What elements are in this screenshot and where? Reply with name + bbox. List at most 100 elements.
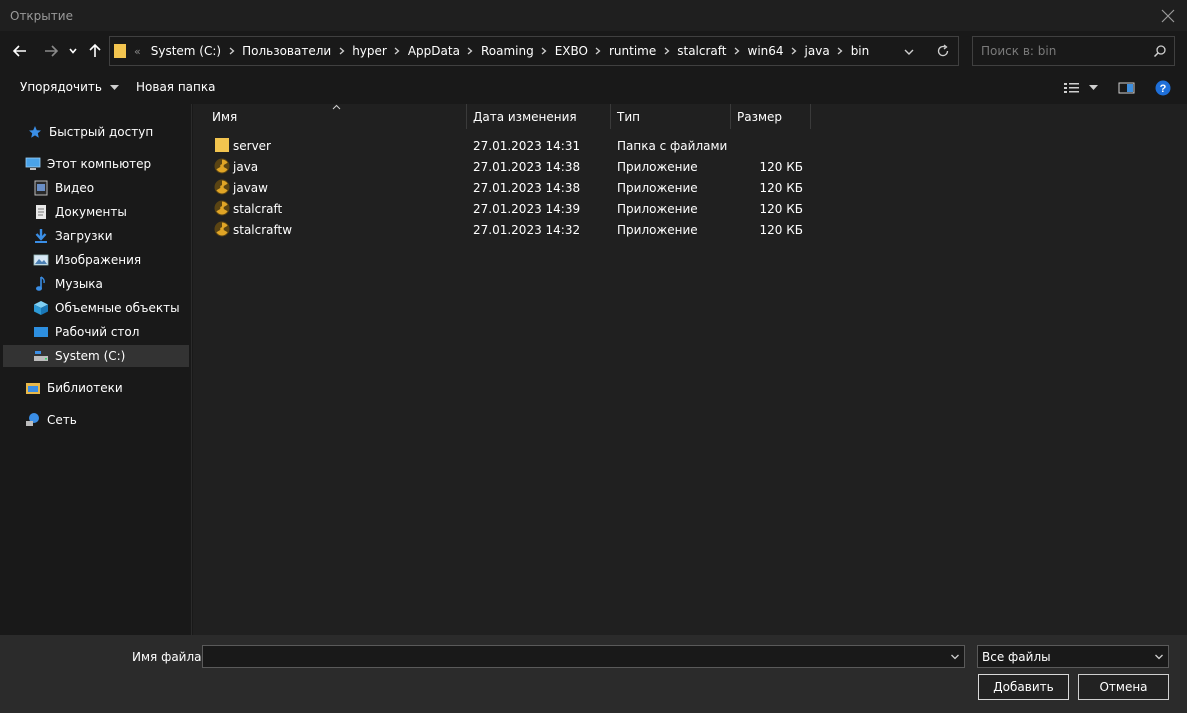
file-name: java — [233, 160, 259, 174]
nav-network[interactable]: Сеть — [25, 409, 77, 431]
column-header-date[interactable]: Дата изменения — [467, 104, 611, 129]
breadcrumb-item-appdata[interactable]: AppData — [402, 44, 466, 58]
folder-icon — [215, 138, 229, 152]
nav-quick-access[interactable]: Быстрый доступ — [27, 121, 153, 143]
chevron-right-icon[interactable] — [790, 47, 799, 56]
radiation-app-icon — [214, 200, 230, 216]
radiation-app-icon — [214, 221, 230, 237]
address-bar[interactable]: « System (C:) Пользователи hyper AppData… — [109, 36, 959, 66]
file-date: 27.01.2023 14:38 — [473, 181, 581, 195]
nav-this-pc[interactable]: Этот компьютер — [25, 153, 151, 175]
arrow-left-icon — [12, 45, 26, 57]
svg-text:?: ? — [1160, 83, 1167, 95]
file-type: Папка с файлами — [617, 139, 728, 153]
download-icon — [33, 228, 49, 244]
breadcrumb-item-stalcraft[interactable]: stalcraft — [671, 44, 732, 58]
view-options-button[interactable] — [1063, 81, 1099, 95]
chevron-right-icon[interactable] — [393, 47, 402, 56]
chevron-right-icon[interactable] — [836, 47, 845, 56]
help-button[interactable]: ? — [1155, 80, 1171, 96]
nav-label: Сеть — [47, 413, 77, 427]
breadcrumb-item-runtime[interactable]: runtime — [603, 44, 662, 58]
filename-input[interactable] — [207, 649, 937, 664]
chevron-right-icon[interactable] — [227, 47, 236, 56]
column-header-name[interactable]: Имя — [206, 104, 467, 129]
chevron-right-icon[interactable] — [662, 47, 671, 56]
file-name: javaw — [233, 181, 268, 195]
address-history-dropdown[interactable] — [903, 46, 917, 58]
search-icon[interactable] — [1153, 44, 1167, 58]
arrow-up-icon — [89, 43, 101, 57]
file-date: 27.01.2023 14:32 — [473, 223, 581, 237]
nav-system-c[interactable]: System (C:) — [3, 345, 189, 367]
file-type-filter-select[interactable]: Все файлы — [977, 645, 1169, 668]
file-type: Приложение — [617, 160, 698, 174]
file-type: Приложение — [617, 181, 698, 195]
file-name: server — [233, 139, 271, 153]
libraries-icon — [25, 380, 41, 396]
nav-downloads[interactable]: Загрузки — [33, 225, 113, 247]
chevron-right-icon[interactable] — [337, 47, 346, 56]
command-bar: Упорядочить Новая папка ? — [0, 71, 1187, 104]
file-size: 120 КБ — [759, 181, 803, 195]
desktop-icon — [33, 324, 49, 340]
file-row-server[interactable]: server 27.01.2023 14:31 Папка с файлами — [208, 135, 808, 156]
filename-combobox[interactable] — [202, 645, 965, 668]
document-icon — [33, 204, 49, 220]
file-row-stalcraft[interactable]: stalcraft 27.01.2023 14:39 Приложение 12… — [208, 198, 808, 219]
chevron-down-icon[interactable] — [950, 652, 960, 662]
refresh-button[interactable] — [935, 43, 951, 59]
breadcrumb-item-bin[interactable]: bin — [845, 44, 876, 58]
music-note-icon — [33, 276, 49, 292]
breadcrumb-item-hyper[interactable]: hyper — [346, 44, 393, 58]
pictures-icon — [33, 252, 49, 268]
computer-icon — [25, 156, 41, 172]
breadcrumb-item-win64[interactable]: win64 — [742, 44, 790, 58]
preview-pane-button[interactable] — [1118, 80, 1136, 96]
organize-button[interactable]: Упорядочить — [20, 80, 119, 94]
forward-button[interactable] — [41, 40, 61, 62]
nav-music[interactable]: Музыка — [33, 273, 103, 295]
column-header-type[interactable]: Тип — [611, 104, 731, 129]
chevron-down-icon — [1155, 654, 1163, 660]
file-row-java[interactable]: java 27.01.2023 14:38 Приложение 120 КБ — [208, 156, 808, 177]
file-type-filter-value: Все файлы — [982, 650, 1051, 664]
preview-pane-icon — [1118, 82, 1135, 94]
file-row-javaw[interactable]: javaw 27.01.2023 14:38 Приложение 120 КБ — [208, 177, 808, 198]
chevron-right-icon[interactable] — [466, 47, 475, 56]
add-button[interactable]: Добавить — [978, 674, 1069, 700]
column-header-size[interactable]: Размер — [731, 104, 811, 129]
breadcrumb-item-system-c[interactable]: System (C:) — [145, 44, 227, 58]
cancel-button[interactable]: Отмена — [1078, 674, 1169, 700]
nav-desktop[interactable]: Рабочий стол — [33, 321, 139, 343]
new-folder-button[interactable]: Новая папка — [136, 80, 215, 94]
radiation-app-icon — [214, 158, 230, 174]
chevron-right-icon[interactable] — [540, 47, 549, 56]
navigation-pane: Быстрый доступ Этот компьютер Видео Доку… — [0, 104, 192, 635]
search-input[interactable] — [981, 43, 1141, 59]
breadcrumb-overflow-chevron[interactable]: « — [134, 45, 141, 58]
search-box[interactable] — [972, 36, 1175, 66]
close-button[interactable] — [1157, 5, 1179, 27]
nav-pictures[interactable]: Изображения — [33, 249, 141, 271]
recent-locations-button[interactable] — [66, 40, 80, 62]
nav-documents[interactable]: Документы — [33, 201, 127, 223]
nav-video[interactable]: Видео — [33, 177, 94, 199]
breadcrumb-item-java[interactable]: java — [799, 44, 836, 58]
back-button[interactable] — [10, 40, 30, 62]
nav-3d-objects[interactable]: Объемные объекты — [33, 297, 180, 319]
file-size: 120 КБ — [759, 160, 803, 174]
up-button[interactable] — [85, 40, 105, 62]
nav-libraries[interactable]: Библиотеки — [25, 377, 123, 399]
breadcrumb-item-exbo[interactable]: EXBO — [549, 44, 594, 58]
folder-icon — [114, 44, 126, 58]
chevron-right-icon[interactable] — [594, 47, 603, 56]
chevron-down-icon — [69, 48, 77, 54]
chevron-right-icon[interactable] — [733, 47, 742, 56]
help-icon: ? — [1155, 80, 1171, 96]
breadcrumb-item-users[interactable]: Пользователи — [236, 44, 337, 58]
file-name: stalcraftw — [233, 223, 293, 237]
breadcrumb-item-roaming[interactable]: Roaming — [475, 44, 540, 58]
file-row-stalcraftw[interactable]: stalcraftw 27.01.2023 14:32 Приложение 1… — [208, 219, 808, 240]
radiation-app-icon — [214, 179, 230, 195]
